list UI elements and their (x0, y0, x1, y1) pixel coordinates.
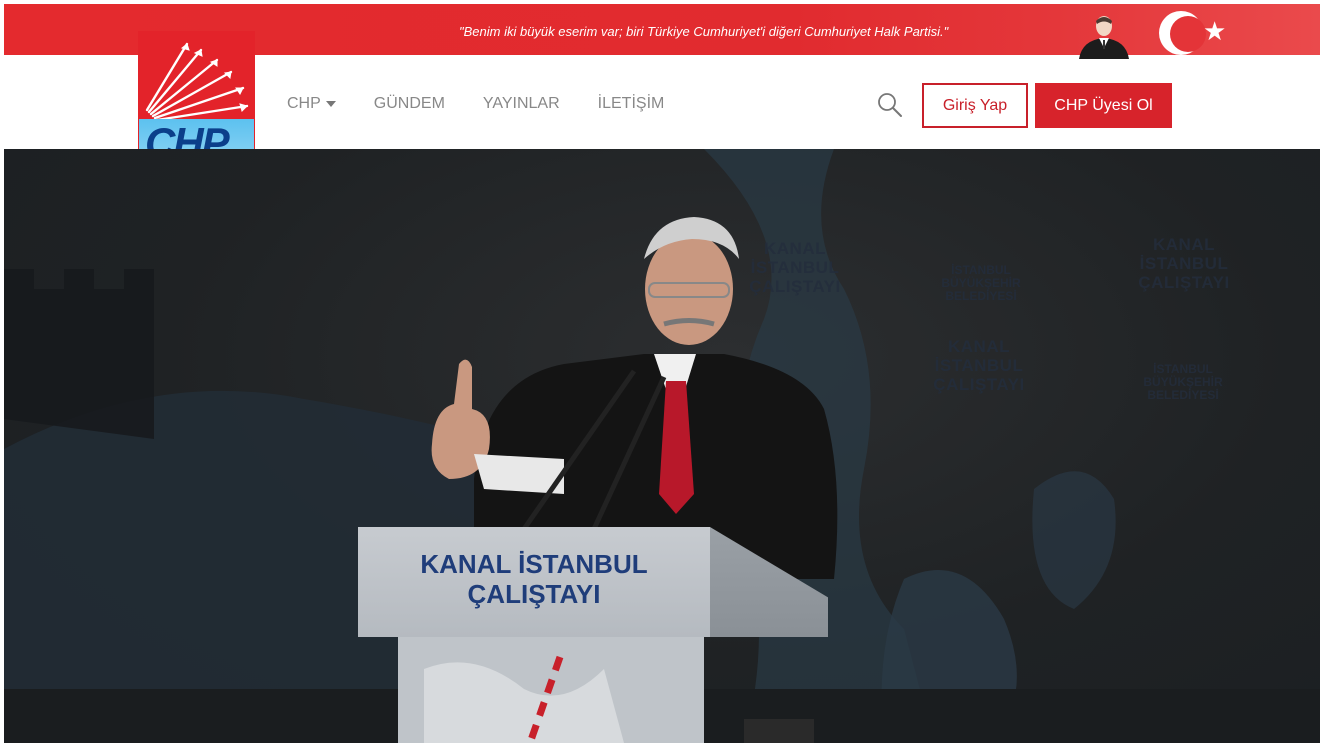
backdrop-title: KANAL İSTANBUL ÇALIŞTAYI (740, 239, 850, 296)
page: "Benim iki büyük eserim var; biri Türkiy… (0, 0, 1325, 743)
nav-item-label: YAYINLAR (482, 95, 560, 112)
nav-item-gundem[interactable]: GÜNDEM (374, 95, 445, 113)
backdrop-title-line: İSTANBUL (750, 258, 840, 277)
backdrop-title-line: ÇALIŞTAYI (933, 375, 1025, 394)
nav-item-label: İLETİŞİM (597, 95, 665, 112)
flag-banner: ★ (1064, 8, 1254, 59)
backdrop-title-line: KANAL (948, 337, 1010, 356)
backdrop-logo: İSTANBUL BÜYÜKŞEHİR BELEDİYESİ (926, 264, 1036, 303)
backdrop-logo: İSTANBUL BÜYÜKŞEHİR BELEDİYESİ (1128, 363, 1238, 402)
login-button[interactable]: Giriş Yap (922, 83, 1028, 128)
search-icon (878, 93, 902, 117)
backdrop-title: KANAL İSTANBUL ÇALIŞTAYI (924, 337, 1034, 394)
main-nav: CHP GÜNDEM YAYINLAR İLETİŞİM (287, 95, 702, 113)
six-arrows-icon (145, 42, 249, 122)
nav-item-label: CHP (287, 95, 321, 112)
backdrop-title-line: İSTANBUL (1139, 254, 1229, 273)
nav-item-chp[interactable]: CHP (287, 95, 336, 113)
podium-subtitle: ÇALIŞTAYI (467, 579, 601, 609)
nav-item-yayinlar[interactable]: YAYINLAR (483, 95, 560, 113)
backdrop-title-line: ÇALIŞTAYI (1138, 273, 1230, 292)
backdrop-title-line: KANAL (764, 239, 826, 258)
backdrop-title-line: KANAL (1153, 235, 1215, 254)
nav-item-iletisim[interactable]: İLETİŞİM (598, 95, 665, 113)
star-icon: ★ (1203, 16, 1227, 46)
backdrop-title: KANAL İSTANBUL ÇALIŞTAYI (1129, 235, 1239, 292)
hero-banner[interactable]: KANAL İSTANBUL ÇALIŞTAYI KANAL İSTANBUL … (4, 149, 1320, 743)
hero-backdrop-art (4, 149, 1320, 743)
backdrop-logo-line: BELEDİYESİ (1147, 388, 1219, 402)
backdrop-logo-line: BELEDİYESİ (945, 289, 1017, 303)
search-button[interactable] (876, 91, 904, 119)
backdrop-title-line: İSTANBUL (934, 356, 1024, 375)
become-member-button[interactable]: CHP Üyesi Ol (1035, 83, 1172, 128)
ataturk-portrait-icon (1079, 16, 1129, 59)
crescent-icon (1159, 11, 1206, 55)
ataturk-quote: "Benim iki büyük eserim var; biri Türkiy… (459, 24, 949, 39)
caret-down-icon (325, 101, 336, 107)
backdrop-title-line: ÇALIŞTAYI (749, 277, 841, 296)
podium-title: KANAL İSTANBUL (420, 549, 648, 579)
nav-item-label: GÜNDEM (373, 95, 445, 112)
